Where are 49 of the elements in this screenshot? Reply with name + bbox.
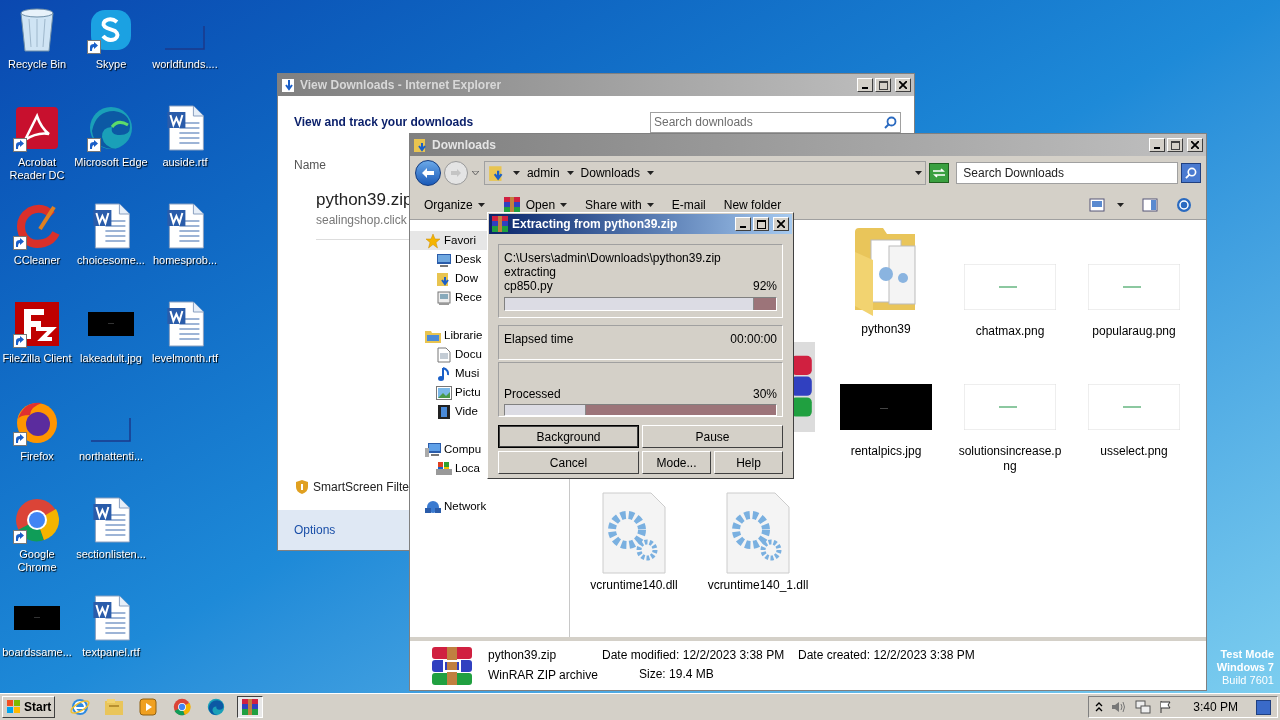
- detail-type: WinRAR ZIP archive: [488, 667, 599, 683]
- detail-name: python39.zip: [488, 648, 558, 663]
- desktop-icon-label: CCleaner: [12, 254, 62, 267]
- desktop-icon-label: Microsoft Edge: [74, 156, 148, 169]
- download-file-name: python39.zip: [316, 190, 413, 210]
- desktop-icon-label: Firefox: [19, 450, 55, 463]
- desktop-icon-label: Skype: [94, 58, 128, 71]
- file-percent: 92%: [752, 279, 777, 293]
- file-name: vcruntime140_1.dll: [706, 578, 810, 593]
- file-name: python39: [860, 322, 912, 337]
- processed-percent: 30%: [752, 387, 777, 401]
- window-title: Extracting from python39.zip: [512, 216, 678, 233]
- status-text: extracting: [504, 265, 558, 279]
- download-source: sealingshop.click: [316, 212, 407, 229]
- window-title: Downloads: [432, 137, 496, 154]
- desktop-icon-label: choicesome...: [76, 254, 146, 267]
- os-notice-text: Test Mode: [1220, 648, 1274, 661]
- os-notice-text: Build 7601: [1222, 674, 1274, 687]
- detail-text: Date modified: 12/2/2023 3:38 PM: [602, 648, 786, 663]
- archive-path: C:\Users\admin\Downloads\python39.zip: [504, 251, 722, 265]
- processed-label: Processed: [504, 387, 561, 401]
- desktop-icon-label: lakeadult.jpg: [79, 352, 143, 365]
- file-name: vcruntime140.dll: [589, 578, 679, 593]
- window-title: View Downloads - Internet Explorer: [300, 77, 502, 94]
- desktop-icon-label: FileZilla Client: [1, 352, 73, 365]
- page-heading: View and track your downloads: [294, 114, 474, 131]
- elapsed-label: Elapsed time: [504, 331, 574, 348]
- detail-text: Size: 19.4 MB: [638, 667, 715, 683]
- file-name: popularaug.png: [1091, 324, 1177, 339]
- desktop-icon-label: northattenti...: [77, 450, 145, 463]
- current-file: cp850.py: [504, 279, 553, 293]
- elapsed-time: 00:00:00: [730, 331, 777, 348]
- desktop-icon-label: Recycle Bin: [6, 58, 68, 71]
- desktop-icon-label: worldfunds....: [151, 58, 219, 71]
- file-name: rentalpics.jpg: [849, 444, 923, 459]
- desktop-icon-label: homesprob...: [151, 254, 219, 267]
- desktop-icon-label: levelmonth.rtf: [151, 352, 219, 365]
- desktop-icon-label: Acrobat Reader DC: [8, 156, 66, 182]
- desktop-icon-label: sectionlisten...: [75, 548, 147, 561]
- desktop-icon-label: boardssame...: [1, 646, 73, 659]
- desktop-icon-label: Google Chrome: [16, 548, 58, 574]
- column-header: Name: [294, 157, 326, 174]
- desktop-icon-label: auside.rtf: [161, 156, 209, 169]
- desktop-icon-label: textpanel.rtf: [81, 646, 141, 659]
- detail-text: Date created: 12/2/2023 3:38 PM: [798, 648, 975, 663]
- os-notice-text: Windows 7: [1216, 661, 1274, 674]
- file-name: chatmax.png: [974, 324, 1046, 339]
- file-name: usselect.png: [1099, 444, 1169, 459]
- file-name: solutionsincrease.png: [957, 444, 1063, 474]
